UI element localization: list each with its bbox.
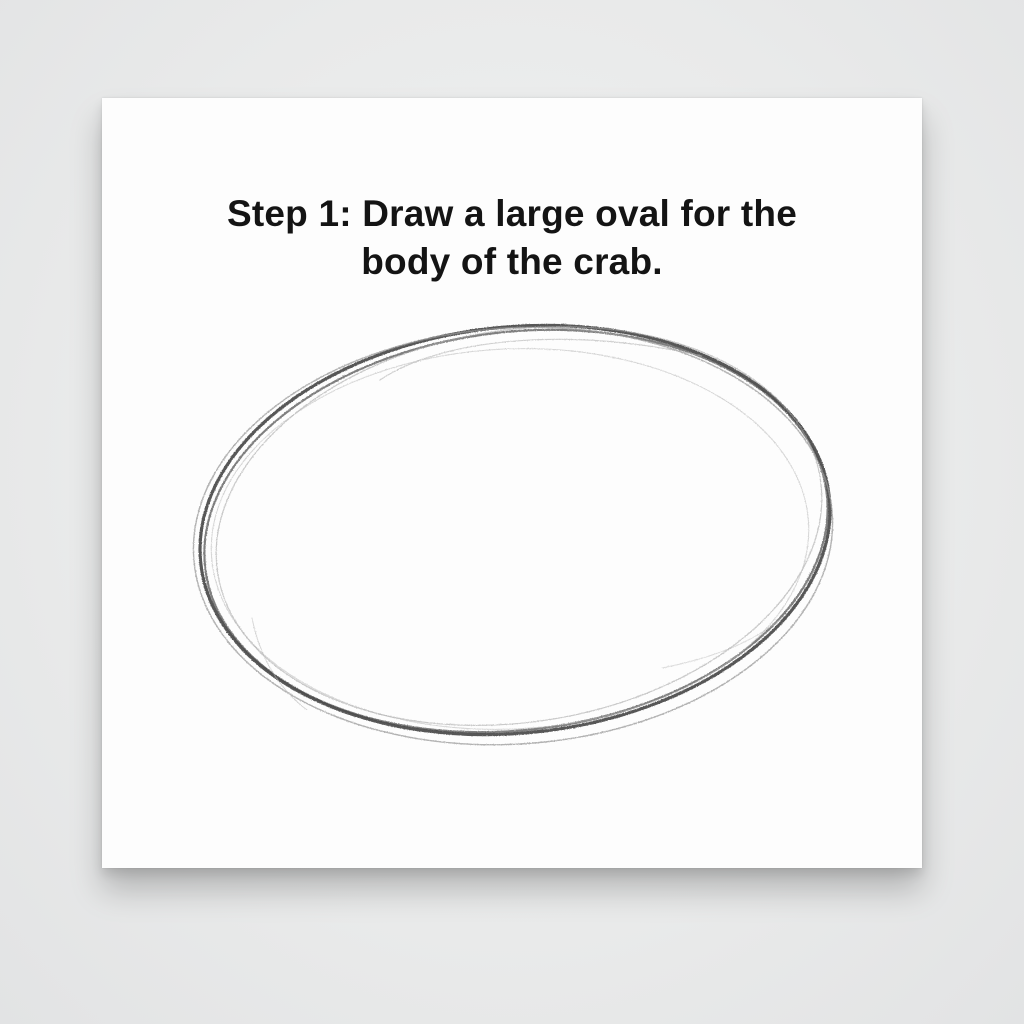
oval-stroke-main (198, 323, 832, 737)
stray-stroke-bottom (661, 617, 783, 669)
oval-stroke-main-2 (203, 328, 829, 734)
oval-sketch (192, 323, 834, 746)
drawing-sheet: Step 1: Draw a large oval for the body o… (102, 98, 922, 868)
oval-stroke-light-2 (215, 326, 823, 726)
